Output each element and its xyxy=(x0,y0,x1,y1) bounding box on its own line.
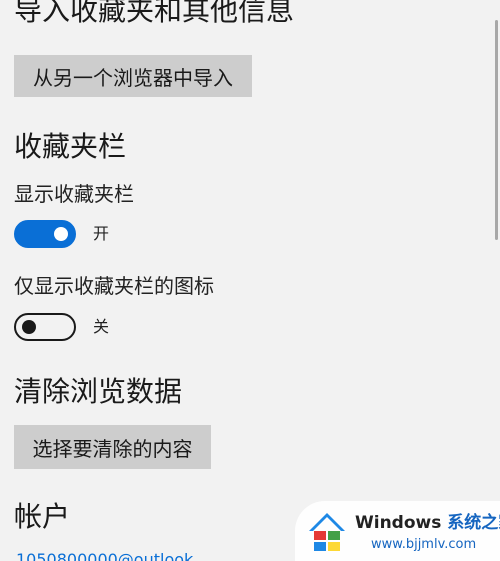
show-favorites-bar-toggle[interactable] xyxy=(14,220,76,248)
toggle-knob xyxy=(54,227,68,241)
settings-panel: 导入收藏夹和其他信息 从另一个浏览器中导入 收藏夹栏 显示收藏夹栏 开 仅显示收… xyxy=(0,0,500,561)
favorites-bar-title: 收藏夹栏 xyxy=(14,130,127,163)
show-favorites-bar-state: 开 xyxy=(93,224,110,243)
watermark-url: www.bjjmlv.com xyxy=(371,537,477,552)
toggle-knob xyxy=(22,320,36,334)
watermark-brand: Windows 系统之家 xyxy=(355,513,500,533)
import-from-browser-button[interactable]: 从另一个浏览器中导入 xyxy=(14,55,252,97)
watermark-brand-cn: 系统之家 xyxy=(447,513,500,533)
icons-only-label: 仅显示收藏夹栏的图标 xyxy=(14,274,214,298)
clear-browsing-data-title: 清除浏览数据 xyxy=(14,375,183,408)
icons-only-toggle[interactable] xyxy=(14,313,76,341)
account-email-link[interactable]: 1050800000@outlook xyxy=(16,552,236,561)
windows-logo-icon xyxy=(309,513,345,551)
icons-only-state: 关 xyxy=(93,317,110,336)
watermark: Windows 系统之家 www.bjjmlv.com xyxy=(295,501,500,561)
account-title: 帐户 xyxy=(14,500,71,533)
choose-what-to-clear-button[interactable]: 选择要清除的内容 xyxy=(14,425,211,469)
watermark-brand-en: Windows xyxy=(355,513,442,533)
show-favorites-bar-label: 显示收藏夹栏 xyxy=(14,182,134,206)
import-section-title: 导入收藏夹和其他信息 xyxy=(14,0,295,27)
vertical-scrollbar[interactable] xyxy=(495,20,498,240)
